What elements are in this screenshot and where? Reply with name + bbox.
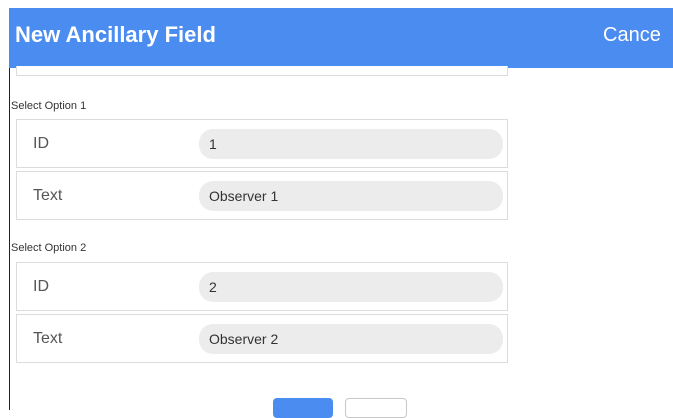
left-border: [9, 68, 10, 410]
option-2-text-row: Text Observer 2: [16, 314, 508, 363]
page-title: New Ancillary Field: [15, 22, 216, 47]
section-label-option-1: Select Option 1: [11, 100, 87, 112]
option-2-text-label: Text: [33, 329, 63, 347]
previous-field-card: [16, 66, 508, 76]
option-1-text-label: Text: [33, 186, 63, 204]
option-2-id-label: ID: [33, 277, 49, 295]
option-2-text-input[interactable]: Observer 2: [199, 324, 503, 354]
option-1-id-label: ID: [33, 134, 49, 152]
app-header: New Ancillary Field Cance: [9, 8, 673, 68]
cancel-button[interactable]: Cance: [603, 24, 661, 47]
secondary-action-button[interactable]: [345, 398, 407, 418]
option-1-text-input[interactable]: Observer 1: [199, 181, 503, 211]
option-1-text-row: Text Observer 1: [16, 171, 508, 220]
option-1-id-row: ID 1: [16, 119, 508, 168]
section-label-option-2: Select Option 2: [11, 242, 87, 254]
primary-action-button[interactable]: [273, 398, 333, 418]
option-2-id-input[interactable]: 2: [199, 272, 503, 302]
option-1-id-input[interactable]: 1: [199, 129, 503, 159]
option-2-id-row: ID 2: [16, 262, 508, 311]
